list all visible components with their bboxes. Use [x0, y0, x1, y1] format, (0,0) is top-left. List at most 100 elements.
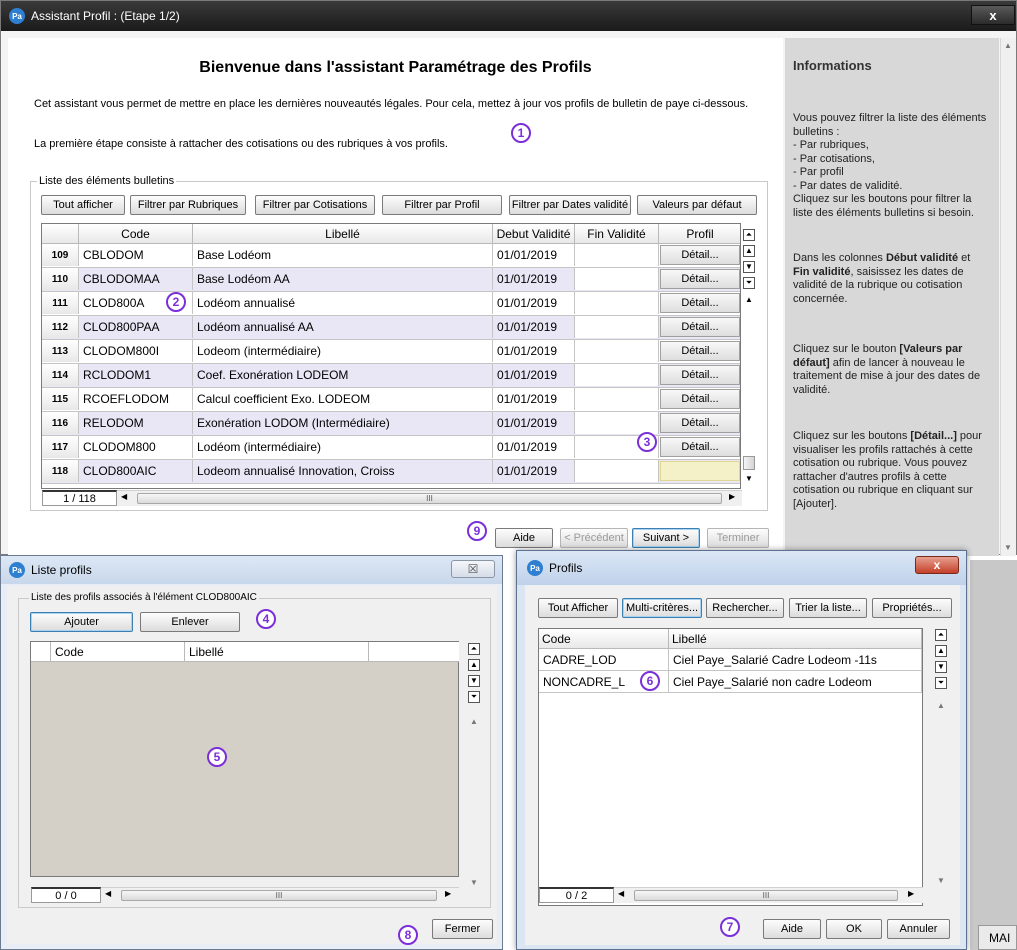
hscroll-thumb[interactable]: III: [137, 493, 722, 504]
lp-vscroll-up-icon[interactable]: ▲: [470, 717, 478, 726]
filter-dates-button[interactable]: Filtrer par Dates validité: [509, 195, 631, 215]
detail-button[interactable]: Détail...: [660, 413, 740, 433]
liste-profils-grid[interactable]: Code Libellé: [30, 641, 459, 877]
detail-button[interactable]: Détail...: [660, 317, 740, 337]
vscroll-thumb[interactable]: [743, 456, 755, 470]
row-debut-validite[interactable]: 01/01/2019: [493, 364, 575, 386]
lp-scroll-top-icon[interactable]: ⏶: [468, 643, 480, 655]
row-code[interactable]: CBLODOM: [79, 244, 193, 266]
hscroll-right-icon[interactable]: ▶: [729, 492, 735, 501]
row-libelle[interactable]: Lodéom annualisé AA: [193, 316, 493, 338]
row-libelle[interactable]: Lodéom annualisé: [193, 292, 493, 314]
profils-hscroll-thumb[interactable]: III: [634, 890, 898, 901]
profils-scroll-bottom-icon[interactable]: ⏷: [935, 677, 947, 689]
table-row[interactable]: 114 RCLODOM1 Coef. Exonération LODEOM 01/01…: [42, 364, 740, 388]
row-debut-validite[interactable]: 01/01/2019: [493, 388, 575, 410]
detail-button[interactable]: Détail...: [660, 269, 740, 289]
profils-scroll-page-up-icon[interactable]: ▲: [935, 645, 947, 657]
lp-scroll-page-up-icon[interactable]: ▲: [468, 659, 480, 671]
detail-button[interactable]: Détail...: [660, 437, 740, 457]
profils-libelle-header[interactable]: Libellé: [669, 629, 922, 649]
detail-button[interactable]: Détail...: [660, 389, 740, 409]
profils-code-header[interactable]: Code: [539, 629, 669, 649]
suivant-button[interactable]: Suivant >: [632, 528, 700, 548]
detail-button[interactable]: Détail...: [660, 365, 740, 385]
row-fin-validite[interactable]: [575, 364, 659, 386]
fermer-button[interactable]: Fermer: [432, 919, 493, 939]
profils-row-1-code[interactable]: CADRE_LOD: [539, 649, 669, 671]
row-libelle[interactable]: Base Lodéom AA: [193, 268, 493, 290]
lp-vscroll-down-icon[interactable]: ▼: [470, 878, 478, 887]
liste-profils-title-bar[interactable]: Pa Liste profils: [1, 556, 502, 584]
lp-code-header[interactable]: Code: [51, 642, 185, 662]
row-debut-validite[interactable]: 01/01/2019: [493, 244, 575, 266]
profils-annuler-button[interactable]: Annuler: [887, 919, 950, 939]
proprietes-button[interactable]: Propriétés...: [872, 598, 952, 618]
profils-row-2-libelle[interactable]: Ciel Paye_Salarié non cadre Lodeom: [669, 671, 922, 693]
window-scroll-up-icon[interactable]: ▲: [1004, 41, 1012, 50]
col-debut-header[interactable]: Debut Validité: [493, 224, 575, 244]
main-title-bar[interactable]: Pa Assistant Profil : (Etape 1/2): [1, 1, 1016, 31]
rechercher-button[interactable]: Rechercher...: [706, 598, 784, 618]
profils-show-all-button[interactable]: Tout Afficher: [538, 598, 618, 618]
vscroll-up-icon[interactable]: ▲: [745, 295, 753, 304]
row-debut-validite[interactable]: 01/01/2019: [493, 460, 575, 482]
table-row[interactable]: 113 CLODOM800I Lodeom (intermédiaire) 01/01…: [42, 340, 740, 364]
detail-button[interactable]: Détail...: [660, 293, 740, 313]
row-fin-validite[interactable]: [575, 340, 659, 362]
row-code[interactable]: CBLODOMAA: [79, 268, 193, 290]
hscroll-left-icon[interactable]: ◀: [618, 889, 624, 898]
profils-ok-button[interactable]: OK: [826, 919, 882, 939]
row-code[interactable]: CLOD800AIC: [79, 460, 193, 482]
multi-criteres-button[interactable]: Multi-critères...: [622, 598, 702, 618]
profils-scroll-top-icon[interactable]: ⏶: [935, 629, 947, 641]
aide-button[interactable]: Aide: [495, 528, 553, 548]
scroll-bottom-icon[interactable]: ⏷: [743, 277, 755, 289]
table-row[interactable]: 118 CLOD800AIC Lodeom annualisé Innovation…: [42, 460, 740, 484]
col-fin-header[interactable]: Fin Validité: [575, 224, 659, 244]
scroll-page-down-icon[interactable]: ▼: [743, 261, 755, 273]
main-close-button[interactable]: x: [971, 5, 1015, 25]
liste-profils-close-button[interactable]: ☒: [451, 560, 495, 578]
row-fin-validite[interactable]: [575, 412, 659, 434]
row-debut-validite[interactable]: 01/01/2019: [493, 340, 575, 362]
lp-hscroll[interactable]: ◀ III ▶: [101, 887, 459, 903]
scroll-top-icon[interactable]: ⏶: [743, 229, 755, 241]
vscroll-down-icon[interactable]: ▼: [745, 474, 753, 483]
elements-grid[interactable]: Code Libellé Debut Validité Fin Validité…: [41, 223, 741, 489]
ajouter-button[interactable]: Ajouter: [30, 612, 133, 632]
row-code[interactable]: CLOD800PAA: [79, 316, 193, 338]
row-code[interactable]: CLODOM800: [79, 436, 193, 458]
filter-profil-button[interactable]: Filtrer par Profil: [382, 195, 502, 215]
row-code[interactable]: CLODOM800I: [79, 340, 193, 362]
filter-rubriques-button[interactable]: Filtrer par Rubriques: [130, 195, 246, 215]
table-row[interactable]: 116 RELODOM Exonération LODOM (Intermédiai…: [42, 412, 740, 436]
row-debut-validite[interactable]: 01/01/2019: [493, 412, 575, 434]
row-fin-validite[interactable]: [575, 460, 659, 482]
row-libelle[interactable]: Base Lodéom: [193, 244, 493, 266]
row-fin-validite[interactable]: [575, 316, 659, 338]
row-debut-validite[interactable]: 01/01/2019: [493, 292, 575, 314]
row-libelle[interactable]: Lodeom (intermédiaire): [193, 340, 493, 362]
default-values-button[interactable]: Valeurs par défaut: [637, 195, 757, 215]
table-row[interactable]: 109 CBLODOM Base Lodéom 01/01/2019 Détail...: [42, 244, 740, 268]
row-code[interactable]: RCLODOM1: [79, 364, 193, 386]
lp-scroll-bottom-icon[interactable]: ⏷: [468, 691, 480, 703]
scroll-page-up-icon[interactable]: ▲: [743, 245, 755, 257]
window-scroll-down-icon[interactable]: ▼: [1004, 543, 1012, 552]
row-code[interactable]: RCOEFLODOM: [79, 388, 193, 410]
profils-vscroll-up-icon[interactable]: ▲: [937, 701, 945, 710]
profils-close-button[interactable]: x: [915, 556, 959, 574]
hscroll-left-icon[interactable]: ◀: [105, 889, 111, 898]
detail-button[interactable]: Détail...: [660, 341, 740, 361]
row-libelle[interactable]: Coef. Exonération LODEOM: [193, 364, 493, 386]
row-fin-validite[interactable]: [575, 244, 659, 266]
row-debut-validite[interactable]: 01/01/2019: [493, 316, 575, 338]
profils-row-1-libelle[interactable]: Ciel Paye_Salarié Cadre Lodeom -11s: [669, 649, 922, 671]
row-code[interactable]: RELODOM: [79, 412, 193, 434]
precedent-button[interactable]: < Précédent: [560, 528, 628, 548]
lp-scroll-page-down-icon[interactable]: ▼: [468, 675, 480, 687]
col-code-header[interactable]: Code: [79, 224, 193, 244]
profils-scroll-page-down-icon[interactable]: ▼: [935, 661, 947, 673]
hscroll-right-icon[interactable]: ▶: [908, 889, 914, 898]
